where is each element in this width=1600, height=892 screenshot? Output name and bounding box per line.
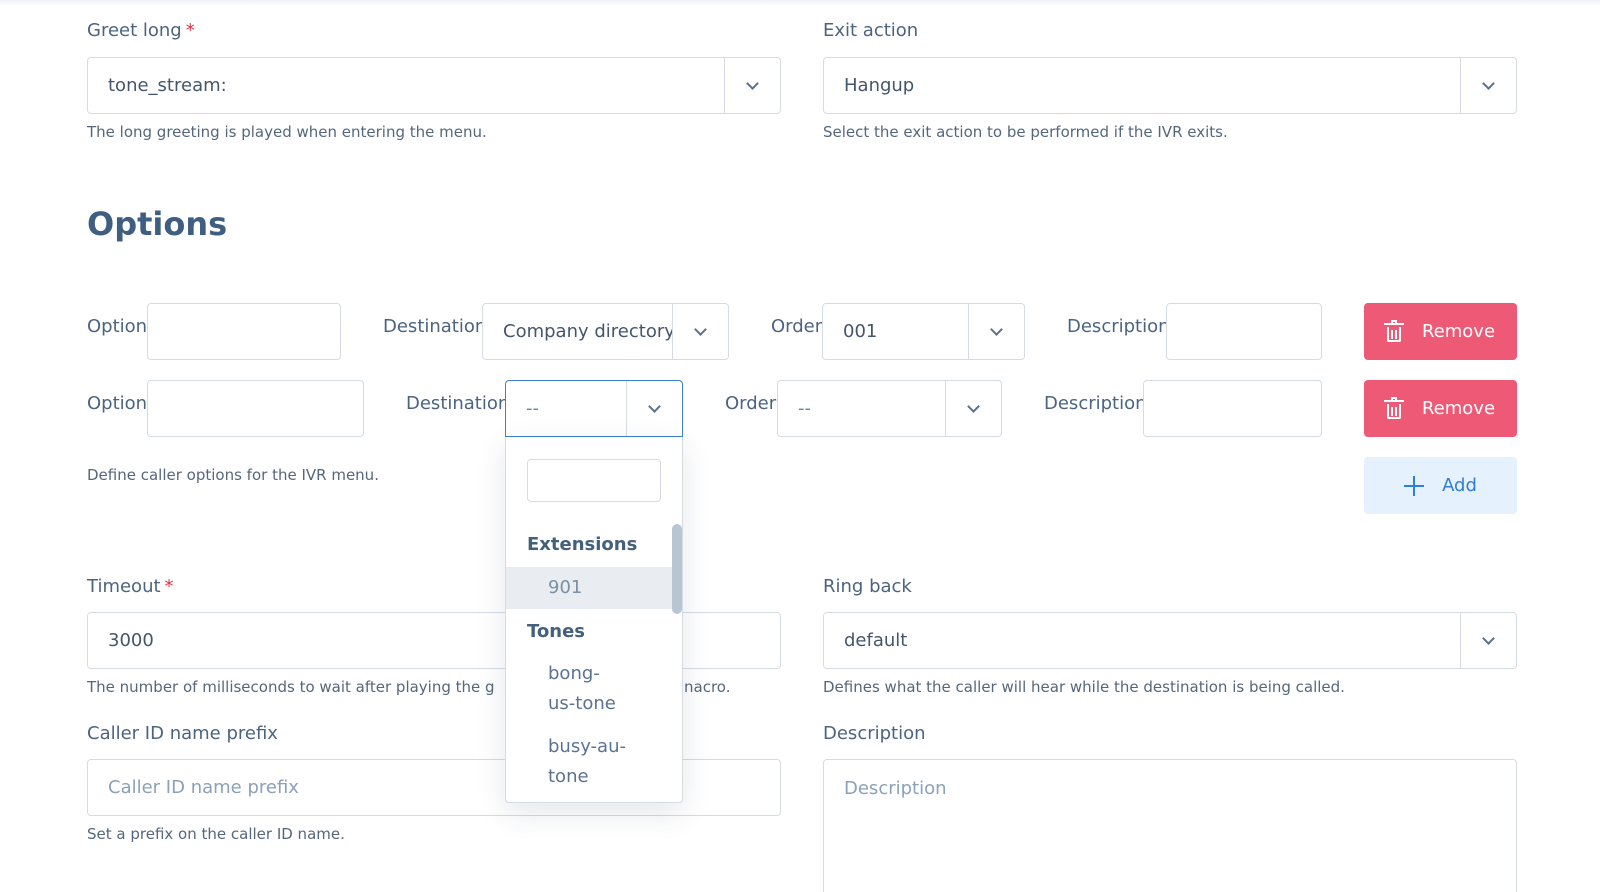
dropdown-option-901-label: 901 — [548, 577, 583, 598]
trash-icon — [1383, 396, 1404, 419]
required-mark: * — [185, 20, 195, 41]
required-mark: * — [164, 576, 174, 597]
ring-back-select[interactable]: default — [823, 612, 1517, 669]
chevron-down-icon — [990, 322, 1003, 336]
option-label: Option — [87, 393, 148, 414]
chevron-down-icon — [746, 76, 759, 90]
remove-button[interactable]: Remove — [1364, 380, 1517, 437]
order-select[interactable]: -- — [777, 380, 1002, 437]
ring-back-help: Defines what the caller will hear while … — [823, 678, 1345, 696]
timeout-label-text: Timeout — [87, 576, 161, 597]
timeout-label: Timeout * — [87, 576, 174, 597]
ring-back-label: Ring back — [823, 576, 912, 597]
destination-dropdown-toggle[interactable] — [672, 304, 728, 359]
description-input[interactable] — [1166, 303, 1322, 360]
destination-select-open[interactable]: -- — [505, 380, 683, 437]
dropdown-scrollbar[interactable] — [672, 524, 682, 614]
options-heading: Options — [87, 205, 228, 243]
dropdown-group-extensions: Extensions — [527, 534, 638, 555]
remove-label: Remove — [1421, 398, 1496, 419]
greet-long-dropdown-toggle[interactable] — [724, 58, 780, 113]
destination-label: Destination — [406, 393, 510, 414]
exit-action-help: Select the exit action to be performed i… — [823, 123, 1228, 141]
dropdown-option-line: bong- — [548, 663, 600, 684]
greet-long-select[interactable]: tone_stream: — [87, 57, 781, 114]
dropdown-option-901[interactable]: 901 — [506, 567, 672, 609]
order-dropdown-toggle[interactable] — [945, 381, 1001, 436]
destination-label: Destination — [383, 316, 487, 337]
order-label: Order — [725, 393, 777, 414]
timeout-help: The number of milliseconds to wait after… — [87, 678, 495, 696]
caller-id-prefix-label: Caller ID name prefix — [87, 723, 278, 744]
description-field-label: Description — [823, 723, 926, 744]
description-label: Description — [1067, 316, 1170, 337]
plus-icon — [1404, 475, 1425, 496]
timeout-value: 3000 — [108, 630, 154, 651]
description-placeholder: Description — [844, 778, 947, 799]
dropdown-option-line: us-tone — [548, 693, 616, 714]
dropdown-option-bong-us-tone[interactable]: bong- us-tone — [548, 659, 616, 719]
add-option-button[interactable]: Add — [1364, 457, 1517, 514]
order-label: Order — [771, 316, 823, 337]
exit-action-value: Hangup — [844, 75, 915, 96]
remove-button[interactable]: Remove — [1364, 303, 1517, 360]
destination-dropdown-toggle[interactable] — [626, 381, 682, 436]
caller-id-prefix-help: Set a prefix on the caller ID name. — [87, 825, 345, 843]
dropdown-search-input[interactable] — [527, 459, 661, 502]
dropdown-option-line: busy-au- — [548, 736, 626, 757]
timeout-help-tail: nacro. — [684, 678, 731, 696]
dropdown-option-busy-au-tone[interactable]: busy-au- tone — [548, 732, 626, 792]
trash-icon — [1383, 319, 1404, 342]
ring-back-value: default — [844, 630, 908, 651]
order-value: 001 — [843, 321, 878, 342]
chevron-down-icon — [967, 399, 980, 413]
exit-action-dropdown-toggle[interactable] — [1460, 58, 1516, 113]
options-help: Define caller options for the IVR menu. — [87, 466, 379, 484]
destination-dropdown-menu: Extensions 901 Tones bong- us-tone busy-… — [505, 437, 683, 803]
chevron-down-icon — [648, 399, 661, 413]
dropdown-group-tones: Tones — [527, 621, 585, 642]
option-input[interactable] — [147, 303, 341, 360]
description-textarea[interactable]: Description — [823, 759, 1517, 892]
greet-long-help: The long greeting is played when enterin… — [87, 123, 487, 141]
description-input[interactable] — [1143, 380, 1322, 437]
order-select[interactable]: 001 — [822, 303, 1025, 360]
greet-long-label: Greet long * — [87, 20, 195, 41]
ring-back-dropdown-toggle[interactable] — [1460, 613, 1516, 668]
option-label: Option — [87, 316, 148, 337]
destination-select[interactable]: Company directory — [482, 303, 729, 360]
top-shadow — [0, 0, 1600, 6]
option-input[interactable] — [147, 380, 364, 437]
destination-value: Company directory — [503, 321, 672, 342]
exit-action-label: Exit action — [823, 20, 919, 41]
destination-value: -- — [526, 398, 539, 419]
order-dropdown-toggle[interactable] — [968, 304, 1024, 359]
greet-long-label-text: Greet long — [87, 20, 182, 41]
chevron-down-icon — [1482, 76, 1495, 90]
remove-label: Remove — [1421, 321, 1496, 342]
chevron-down-icon — [1482, 631, 1495, 645]
order-value: -- — [798, 398, 811, 419]
dropdown-option-line: tone — [548, 766, 589, 787]
description-label: Description — [1044, 393, 1147, 414]
chevron-down-icon — [694, 322, 707, 336]
exit-action-select[interactable]: Hangup — [823, 57, 1517, 114]
greet-long-value: tone_stream: — [108, 75, 227, 96]
caller-id-prefix-placeholder: Caller ID name prefix — [108, 777, 299, 798]
add-label: Add — [1442, 475, 1477, 496]
